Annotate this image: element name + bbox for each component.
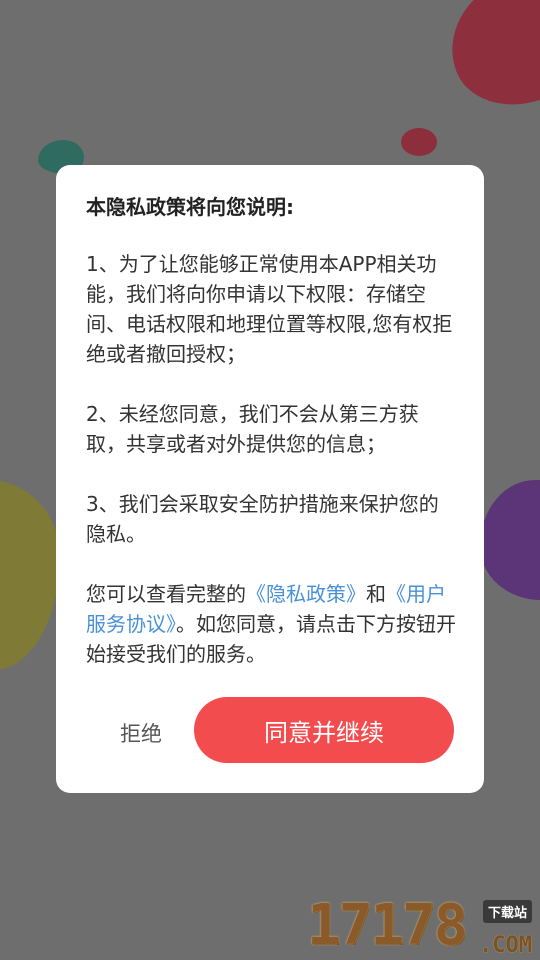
decor-blob-red-small [401, 128, 437, 156]
dialog-body: 1、为了让您能够正常使用本APP相关功能，我们将向你申请以下权限：存储空间、电话… [86, 249, 458, 669]
agree-continue-button[interactable]: 同意并继续 [194, 697, 454, 763]
reject-button[interactable]: 拒绝 [106, 713, 176, 753]
paragraph-4-prefix: 您可以查看完整的 [86, 582, 246, 606]
paragraph-4-and: 和 [366, 582, 386, 606]
policy-paragraph-2: 2、未经您同意，我们不会从第三方获取，共享或者对外提供您的信息； [86, 402, 419, 456]
policy-paragraph-4: 您可以查看完整的《隐私政策》和《用户服务协议》。如您同意，请点击下方按钮开始接受… [86, 579, 458, 669]
screen: 本隐私政策将向您说明: 1、为了让您能够正常使用本APP相关功能，我们将向你申请… [0, 0, 540, 960]
site-watermark-logo: 17178 下载站 .COM [307, 893, 532, 958]
watermark-tag: 下载站 [482, 900, 532, 923]
privacy-policy-link[interactable]: 《隐私政策》 [246, 582, 366, 606]
dialog-title: 本隐私政策将向您说明: [86, 195, 294, 219]
watermark-digits: 17178 [307, 893, 468, 958]
policy-paragraph-3: 3、我们会采取安全防护措施来保护您的隐私。 [86, 492, 439, 546]
decor-blob-purple [480, 480, 540, 600]
privacy-dialog: 本隐私政策将向您说明: 1、为了让您能够正常使用本APP相关功能，我们将向你申请… [56, 165, 484, 793]
decor-blob-olive [0, 480, 60, 670]
decor-blob-red [432, 0, 540, 124]
policy-paragraph-1: 1、为了让您能够正常使用本APP相关功能，我们将向你申请以下权限：存储空间、电话… [86, 252, 453, 366]
watermark-domain: .COM [479, 933, 532, 958]
